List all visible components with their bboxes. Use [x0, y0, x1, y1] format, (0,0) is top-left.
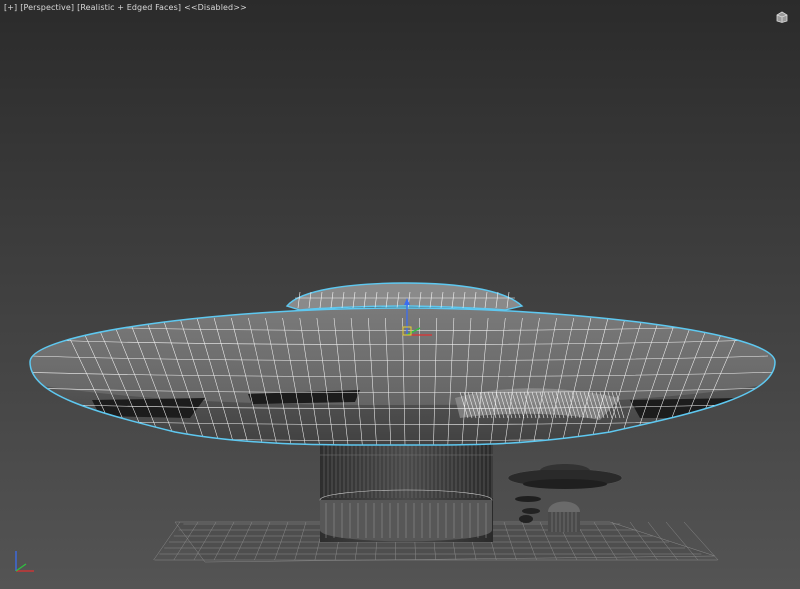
viewport-menu-plus[interactable]: [+] — [4, 3, 17, 12]
viewport-label-bar: [+] [Perspective] [Realistic + Edged Faces… — [4, 3, 250, 12]
pillar-mesh — [319, 430, 493, 542]
axis-tripod-icon — [15, 551, 34, 572]
viewport-state-disabled[interactable]: <<Disabled>> — [184, 3, 247, 12]
ufo-saucer-model — [29, 282, 776, 446]
viewport-view-mode[interactable]: [Perspective] — [20, 3, 74, 12]
small-saucer-model — [507, 464, 623, 489]
home-cube-icon[interactable] — [775, 11, 789, 23]
viewport-3d-scene[interactable] — [0, 0, 800, 589]
viewport-shading-mode[interactable]: [Realistic + Edged Faces] — [77, 3, 181, 12]
